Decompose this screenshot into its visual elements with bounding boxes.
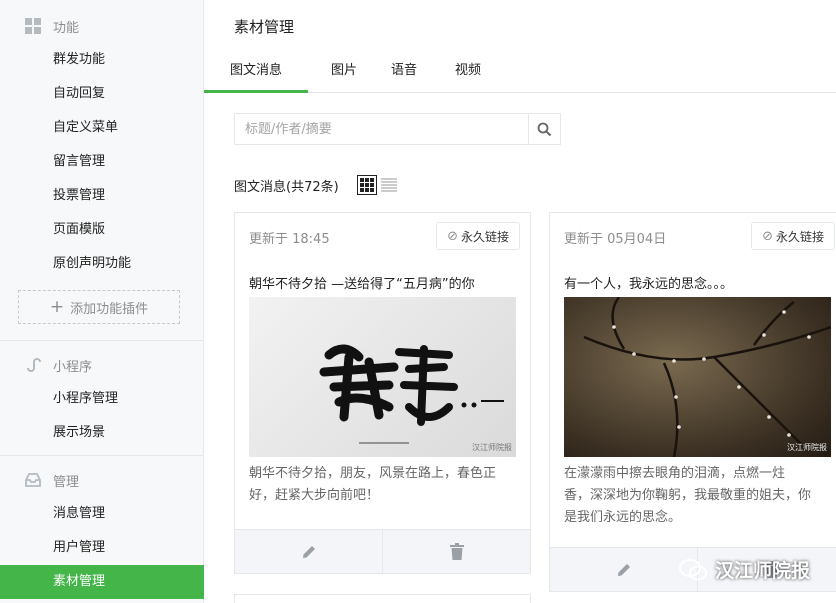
search-box	[234, 113, 561, 145]
tab-voice[interactable]: 语音	[374, 54, 434, 93]
delete-button[interactable]	[382, 530, 530, 573]
article-desc-line: 是我们永远的思念。	[564, 510, 682, 525]
calligraphy-graphic	[319, 344, 504, 444]
grid-view-button[interactable]	[356, 175, 377, 195]
main-content: 素材管理 图文消息 图片 语音 视频 图文消息(共72条)	[204, 0, 836, 603]
pencil-icon	[617, 563, 630, 576]
section-miniprogram-label: 小程序	[53, 359, 93, 375]
section-functions-label: 功能	[53, 20, 80, 36]
sidebar-divider	[0, 340, 204, 341]
search-input[interactable]	[235, 114, 529, 144]
wechat-icon	[678, 558, 707, 580]
sidebar-item-users[interactable]: 用户管理	[0, 533, 204, 563]
cover-caption: 汉江师院报	[787, 443, 827, 452]
paperclip-icon: ⊘	[762, 228, 773, 244]
add-plugin-label: 添加功能插件	[70, 301, 149, 317]
miniprogram-icon	[27, 358, 41, 372]
article-desc-line: 香，深深地为你鞠躬，我最敬重的姐夫，你	[564, 488, 812, 503]
article-count: 图文消息(共72条)	[234, 179, 339, 195]
cover-image: 汉江师院报	[564, 297, 831, 457]
article-card	[234, 594, 531, 603]
branches-graphic	[583, 297, 831, 457]
updated-time: 更新于 05月04日	[564, 232, 667, 247]
card-header: 更新于 18:45 ⊘ 永久链接	[235, 213, 530, 259]
cover-caption: 汉江师院报	[472, 443, 512, 452]
article-card: 更新于 05月04日 ⊘ 永久链接 有一个人，我永远的思念。。。 汉江师院报 在…	[549, 212, 836, 592]
article-desc: 朝华不待夕拾，朋友，风景在路上，春色正 好，赶紧大步向前吧！	[249, 463, 496, 507]
sidebar-item-materials[interactable]: 素材管理	[0, 565, 204, 599]
tab-bar: 图文消息 图片 语音 视频	[204, 54, 836, 93]
section-manage-label: 管理	[53, 474, 80, 490]
article-title[interactable]: 朝华不待夕拾 —送给得了“五月病”的你	[249, 273, 475, 292]
sidebar-item-page-templates[interactable]: 页面模版	[0, 215, 204, 245]
article-title[interactable]: 有一个人，我永远的思念。。。	[564, 273, 733, 292]
sidebar-item-messages[interactable]: 消息管理	[0, 499, 204, 529]
permalink-button[interactable]: ⊘ 永久链接	[436, 222, 520, 250]
sidebar-item-custom-menu[interactable]: 自定义菜单	[0, 113, 204, 143]
add-plugin-button[interactable]: + 添加功能插件	[18, 290, 180, 324]
grid-icon	[25, 18, 41, 34]
section-miniprogram: 小程序	[0, 350, 204, 380]
article-desc: 在濛濛雨中擦去眼角的泪滴，点燃一炷 香，深深地为你鞠躬，我最敬重的姐夫，你 是我…	[564, 463, 811, 529]
watermark: 汉江师院报	[678, 556, 810, 583]
grid-view-icon	[359, 178, 374, 192]
search-icon	[537, 122, 552, 136]
section-manage: 管理	[0, 465, 204, 495]
sidebar-item-original-declaration[interactable]: 原创声明功能	[0, 249, 204, 279]
list-view-icon	[380, 178, 397, 192]
plus-icon: +	[49, 297, 65, 317]
watermark-text: 汉江师院报	[714, 560, 810, 582]
sidebar-item-miniprogram-manage[interactable]: 小程序管理	[0, 384, 204, 414]
paperclip-icon: ⊘	[447, 228, 458, 244]
updated-time: 更新于 18:45	[249, 232, 330, 247]
sidebar-item-mass-send[interactable]: 群发功能	[0, 45, 204, 75]
cover-image: 汉江师院报	[249, 297, 516, 457]
sidebar: 功能 群发功能 自动回复 自定义菜单 留言管理 投票管理 页面模版 原创声明功能…	[0, 0, 204, 603]
permalink-label: 永久链接	[460, 229, 509, 244]
permalink-label: 永久链接	[775, 229, 824, 244]
sidebar-item-votes[interactable]: 投票管理	[0, 181, 204, 211]
trash-icon	[449, 542, 464, 560]
sidebar-item-auto-reply[interactable]: 自动回复	[0, 79, 204, 109]
card-header: 更新于 05月04日 ⊘ 永久链接	[550, 213, 836, 259]
article-card: 更新于 18:45 ⊘ 永久链接 朝华不待夕拾 —送给得了“五月病”的你 汉江师…	[234, 212, 531, 574]
pencil-icon	[302, 545, 315, 558]
permalink-button[interactable]: ⊘ 永久链接	[751, 222, 835, 250]
article-desc-line: 朝华不待夕拾，朋友，风景在路上，春色正	[249, 466, 497, 481]
sidebar-item-display-scenes[interactable]: 展示场景	[0, 418, 204, 448]
sidebar-divider	[0, 455, 204, 456]
article-desc-line: 在濛濛雨中擦去眼角的泪滴，点燃一炷	[564, 466, 786, 481]
inbox-icon	[25, 473, 41, 487]
edit-button[interactable]	[235, 530, 382, 573]
tab-articles[interactable]: 图文消息	[204, 54, 308, 93]
page-title: 素材管理	[234, 18, 295, 36]
section-functions: 功能	[0, 11, 204, 41]
count-row: 图文消息(共72条)	[234, 175, 399, 195]
list-view-button[interactable]	[379, 175, 399, 195]
search-button[interactable]	[529, 114, 560, 144]
edit-button[interactable]	[550, 548, 697, 591]
tab-video[interactable]: 视频	[438, 54, 498, 93]
tab-images[interactable]: 图片	[314, 54, 374, 93]
card-actions	[235, 529, 530, 573]
article-desc-line: 好，赶紧大步向前吧！	[249, 488, 380, 503]
sidebar-item-comments[interactable]: 留言管理	[0, 147, 204, 177]
